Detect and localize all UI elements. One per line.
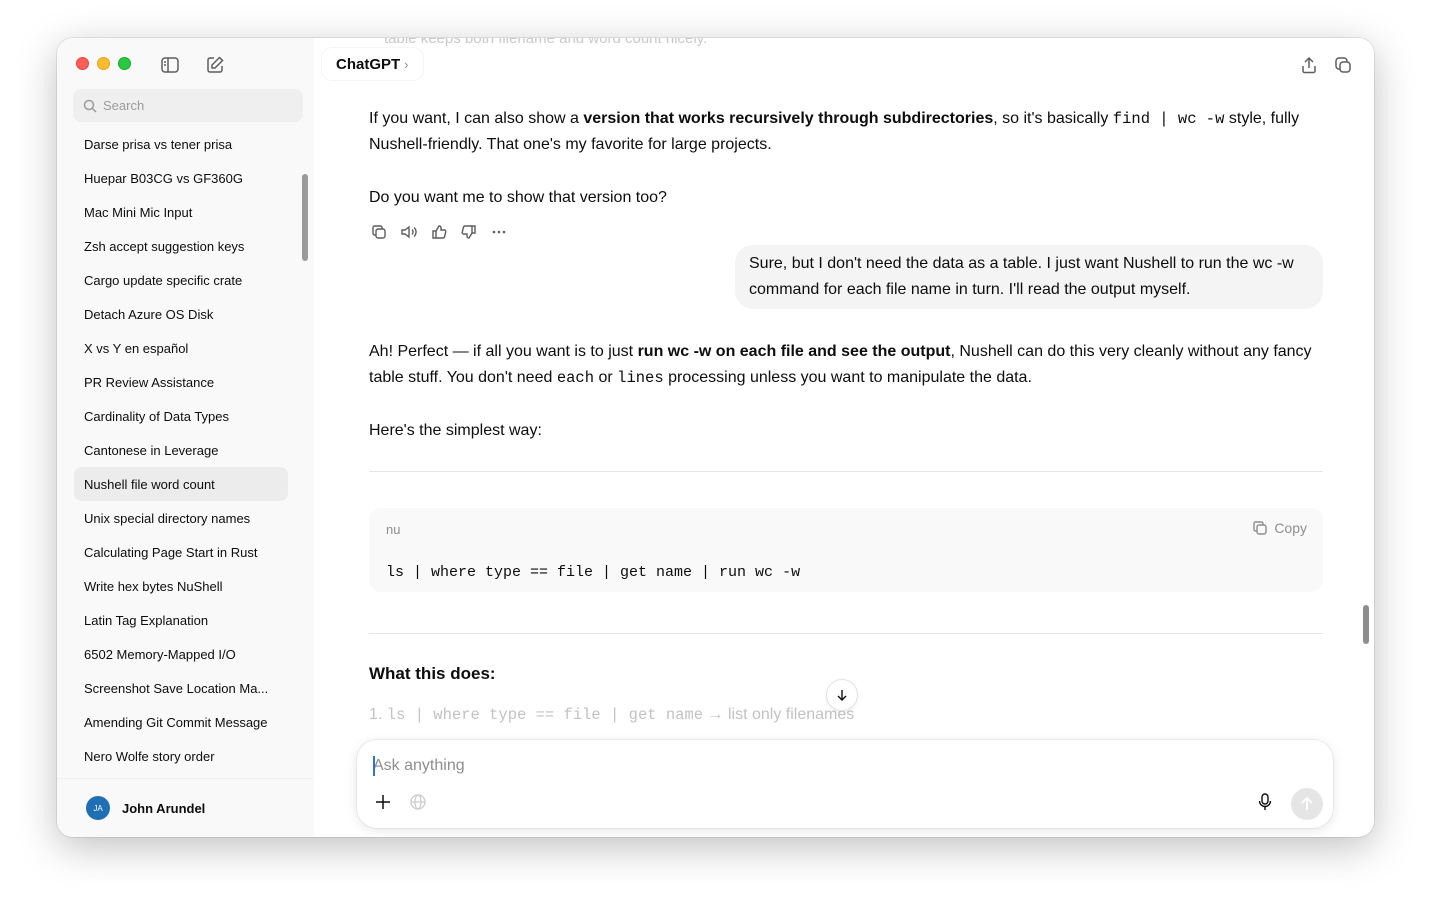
model-name: ChatGPT [336,55,401,73]
chat-history-item[interactable]: Cardinality of Data Types [74,399,288,433]
search-icon [83,99,97,113]
list-item: 1. ls | where type == file | get name → … [369,706,855,724]
chat-history-item[interactable]: Write hex bytes NuShell [74,569,288,603]
sidebar-scrollbar[interactable] [302,174,308,261]
model-selector[interactable]: ChatGPT › [322,48,423,80]
read-aloud-icon[interactable] [399,222,419,242]
thumbs-up-icon[interactable] [429,222,449,242]
temporary-chat-icon[interactable] [1330,52,1356,78]
more-options-icon[interactable] [489,222,509,242]
search-placeholder: Search [103,98,145,113]
scroll-to-bottom-button[interactable] [826,679,858,711]
assistant-message-paragraph: If you want, I can also show a version t… [369,110,1300,153]
close-window-button[interactable] [76,57,89,70]
code-block: nu Copy ls | where type == file | get na… [369,508,1323,592]
copy-icon[interactable] [369,222,389,242]
chat-history-item[interactable]: Screenshot Save Location Ma... [74,671,288,705]
section-heading: What this does: [369,664,496,683]
arrow-up-icon [1301,797,1313,810]
chat-history-item[interactable]: PR Review Assistance [74,365,288,399]
copy-code-button[interactable]: Copy [1252,520,1307,536]
assistant-message-paragraph: Here's the simplest way: [369,422,542,439]
scrolled-text-fragment: table keeps both filename and word count… [384,38,708,47]
chat-history-item[interactable]: Calculating Page Start in Rust [74,535,288,569]
inline-code: lines [617,369,664,387]
sidebar: Search Darse prisa vs tener prisa Huepar… [57,38,314,837]
inline-code: each [556,369,595,387]
divider [369,633,1323,634]
zoom-window-button[interactable] [118,57,131,70]
chat-history-item[interactable]: Amending Git Commit Message [74,705,288,739]
user-name: John Arundel [122,800,206,816]
chat-history-item[interactable]: Detach Azure OS Disk [74,297,288,331]
chat-history-item[interactable]: Darse prisa vs tener prisa [74,127,288,161]
message-actions [369,222,509,242]
chat-history-item[interactable]: Cantonese in Leverage [74,433,288,467]
composer [357,740,1333,828]
send-button[interactable] [1291,788,1323,820]
assistant-message-paragraph: Ah! Perfect — if all you want is to just… [369,343,1312,387]
code-line: ls | where type == file | get name | run… [386,564,801,581]
chat-history-item[interactable]: Nero Wolfe story order [74,739,288,773]
copy-code-label: Copy [1274,520,1307,536]
chat-history-item[interactable]: Zsh accept suggestion keys [74,229,288,263]
top-bar: table keeps both filename and word count… [314,38,1374,90]
assistant-message-paragraph: Do you want me to show that version too? [369,189,667,206]
prompt-input[interactable] [373,754,1273,778]
plus-icon[interactable] [371,790,395,814]
chat-history-item[interactable]: Latin Tag Explanation [74,603,288,637]
app-window: Search Darse prisa vs tener prisa Huepar… [57,38,1374,837]
globe-icon[interactable] [406,790,430,814]
divider [369,471,1323,472]
chat-history-item[interactable]: Cargo update specific crate [74,263,288,297]
chat-main: If you want, I can also show a version t… [314,38,1374,837]
chat-history-item-active[interactable]: Nushell file word count [74,467,288,501]
thumbs-down-icon[interactable] [459,222,479,242]
chat-history-list: Darse prisa vs tener prisa Huepar B03CG … [74,127,288,773]
chat-history-item[interactable]: 6502 Memory-Mapped I/O [74,637,288,671]
search-field[interactable]: Search [73,89,303,122]
arrow-down-icon [837,690,847,701]
conversation: If you want, I can also show a version t… [369,106,1323,211]
new-chat-icon[interactable] [204,54,226,76]
share-icon[interactable] [1296,52,1322,78]
inline-code: find | wc -w [1112,110,1225,128]
assistant-message: Ah! Perfect — if all you want is to just… [369,339,1323,444]
account-button[interactable]: JA John Arundel [57,778,314,837]
text-cursor [373,756,375,776]
minimize-window-button[interactable] [97,57,110,70]
chevron-right-icon: › [404,56,409,72]
chat-history-item[interactable]: Unix special directory names [74,501,288,535]
window-controls [76,57,131,70]
toggle-sidebar-icon[interactable] [159,54,181,76]
top-actions [1288,48,1364,82]
avatar: JA [86,796,110,820]
user-message: Sure, but I don't need the data as a tab… [735,245,1323,309]
chat-history-item[interactable]: Mac Mini Mic Input [74,195,288,229]
chat-history-item[interactable]: Huepar B03CG vs GF360G [74,161,288,195]
code-language-label: nu [386,522,401,537]
main-scrollbar[interactable] [1363,605,1369,644]
microphone-icon[interactable] [1253,790,1277,814]
chat-history-item[interactable]: X vs Y en español [74,331,288,365]
copy-icon [1253,521,1268,535]
